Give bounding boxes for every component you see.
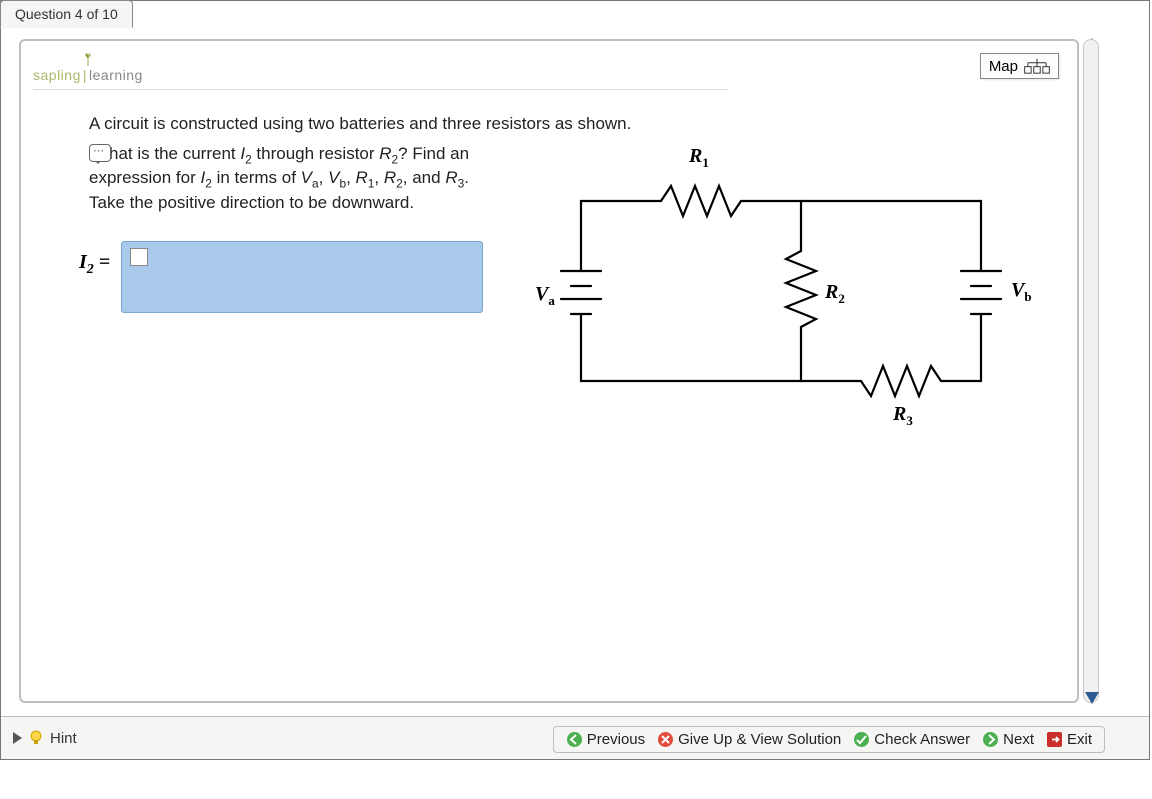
question-prompt: hat is the current I2 through resistor R… — [89, 143, 509, 215]
answer-slot[interactable] — [130, 248, 148, 266]
answer-input-box[interactable] — [121, 241, 483, 313]
exit-button[interactable]: Exit — [1042, 731, 1096, 748]
map-icon — [1024, 57, 1050, 75]
hint-label: Hint — [50, 730, 77, 747]
label-Va: Va — [535, 283, 555, 309]
previous-label: Previous — [587, 731, 645, 748]
next-icon — [982, 731, 999, 748]
map-button-label: Map — [989, 58, 1018, 75]
leaf-icon — [81, 53, 95, 67]
circuit-diagram: R1 R2 R3 Va Vb — [521, 141, 1051, 471]
brand-left: sapling — [33, 67, 81, 83]
label-R3: R3 — [893, 403, 913, 429]
brand-right: learning — [89, 67, 143, 83]
label-Vb: Vb — [1011, 279, 1032, 305]
play-triangle-icon — [13, 732, 22, 744]
content-area: Map sapling |learning A circuit — [19, 39, 1079, 703]
next-label: Next — [1003, 731, 1034, 748]
lightbulb-icon — [28, 730, 44, 746]
previous-button[interactable]: Previous — [562, 731, 649, 748]
hint-button[interactable]: Hint — [13, 730, 77, 747]
exit-icon — [1046, 731, 1063, 748]
scrollbar[interactable] — [1083, 39, 1099, 703]
giveup-label: Give Up & View Solution — [678, 731, 841, 748]
map-button[interactable]: Map — [980, 53, 1059, 79]
question-frame: Question 4 of 10 Map sapling |l — [0, 0, 1150, 760]
brand-rule — [33, 89, 728, 90]
giveup-icon — [657, 731, 674, 748]
question-tab: Question 4 of 10 — [0, 0, 133, 28]
label-R1: R1 — [689, 145, 709, 171]
question-intro: A circuit is constructed using two batte… — [89, 113, 709, 136]
nav-cluster: Previous Give Up & View Solution Check A… — [553, 726, 1105, 753]
speech-bubble-icon[interactable] — [89, 144, 111, 162]
check-icon — [853, 731, 870, 748]
brand-logo: sapling |learning — [33, 67, 143, 83]
prompt-text: hat is the current I2 through resistor R… — [89, 144, 469, 212]
check-answer-button[interactable]: Check Answer — [849, 731, 974, 748]
exit-label: Exit — [1067, 731, 1092, 748]
scroll-down-icon[interactable] — [1083, 691, 1101, 705]
check-label: Check Answer — [874, 731, 970, 748]
previous-icon — [566, 731, 583, 748]
label-R2: R2 — [825, 281, 845, 307]
next-button[interactable]: Next — [978, 731, 1038, 748]
giveup-button[interactable]: Give Up & View Solution — [653, 731, 845, 748]
answer-variable-label: I2 = — [79, 229, 116, 273]
